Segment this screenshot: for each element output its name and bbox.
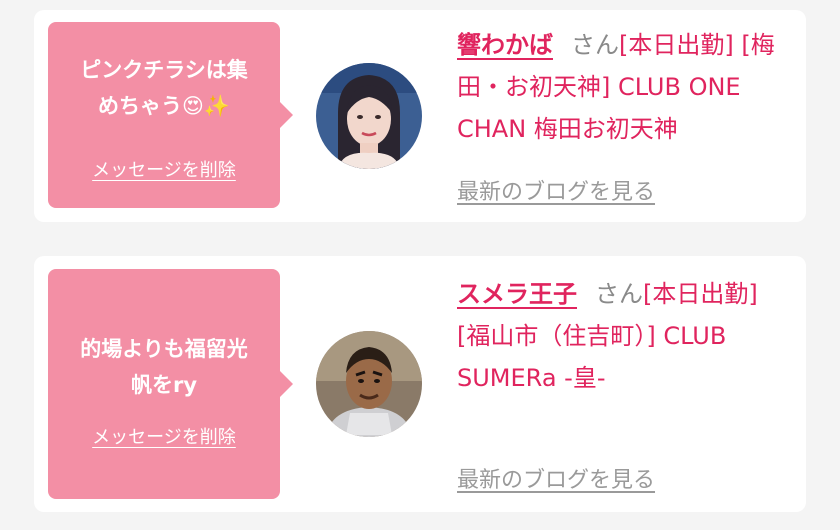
- message-text: ピンクチラシは集 めちゃう😍✨: [80, 58, 248, 118]
- cast-name-link[interactable]: スメラ王子: [457, 280, 577, 308]
- message-bubble: 的場よりも福留光 帆をry メッセージを削除: [48, 269, 293, 499]
- latest-blog-link[interactable]: 最新のブログを見る: [457, 462, 655, 494]
- delete-message-link[interactable]: メッセージを削除: [48, 156, 280, 182]
- cast-name-link[interactable]: 響わかば: [457, 31, 553, 59]
- message-card: 的場よりも福留光 帆をry メッセージを削除 スメラ王子 さん[本日出勤] [福山…: [34, 256, 806, 512]
- message-card: ピンクチラシは集 めちゃう😍✨ メッセージを削除 響わかば さん[本日出勤] [梅…: [34, 10, 806, 222]
- avatar[interactable]: [316, 331, 422, 437]
- avatar[interactable]: [316, 63, 422, 169]
- honorific: さん: [571, 31, 619, 59]
- honorific: さん: [595, 280, 643, 308]
- cast-info: スメラ王子 さん[本日出勤] [福山市（住吉町）] CLUB SUMERa -皇-: [457, 273, 797, 399]
- cast-info: 響わかば さん[本日出勤] [梅田・お初天神] CLUB ONE CHAN 梅田お…: [457, 24, 797, 150]
- delete-message-link[interactable]: メッセージを削除: [48, 423, 280, 449]
- latest-blog-link[interactable]: 最新のブログを見る: [457, 174, 655, 206]
- message-text: 的場よりも福留光 帆をry: [80, 337, 248, 397]
- message-bubble: ピンクチラシは集 めちゃう😍✨ メッセージを削除: [48, 22, 293, 208]
